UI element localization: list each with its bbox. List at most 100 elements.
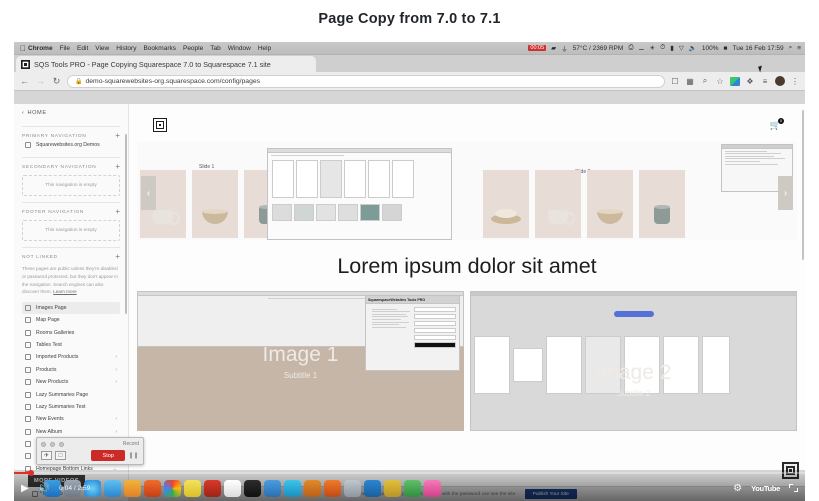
sidebar-item-new-events[interactable]: New Events › (22, 413, 120, 425)
forward-arrow-icon[interactable]: → (35, 76, 46, 86)
sidebar-item-map-page[interactable]: Map Page (22, 314, 120, 326)
overlay-tools-panel-pro[interactable]: SquarespaceWebsites Tools PRO (365, 295, 460, 371)
profile-avatar-icon[interactable] (775, 76, 785, 86)
plus-icon[interactable]: + (115, 163, 120, 171)
gallery-carousel[interactable]: ‹ Slide 1 Slide 2 › (137, 142, 797, 240)
display-icon[interactable]: ▰ (551, 44, 556, 52)
image-blocks-row: Image 1 Subtitle 1 SquarespaceWebsites T… (129, 291, 805, 431)
back-arrow-icon[interactable]: ← (19, 76, 30, 86)
gear-icon[interactable]: ⚙ (733, 483, 742, 494)
gallery-tile[interactable] (639, 170, 685, 238)
chevron-right-icon[interactable]: › (115, 416, 117, 422)
gallery-next-arrow[interactable]: › (778, 176, 793, 210)
recorder-dot-1[interactable] (41, 441, 46, 447)
chevron-right-icon[interactable]: › (115, 429, 117, 435)
menu-item-view[interactable]: View (95, 45, 109, 52)
stats-icon[interactable]: ⏚ (561, 43, 568, 53)
printer-icon[interactable]: ⎙ (628, 44, 633, 52)
gallery-tile[interactable] (535, 170, 581, 238)
gallery-tile[interactable] (192, 170, 238, 238)
sidebar-item-lazy-summaries-test[interactable]: Lazy Summaries Test (22, 401, 120, 413)
menu-item-file[interactable]: File (60, 45, 70, 52)
screen-icon[interactable]: □ (55, 451, 66, 460)
recorder-dot-2[interactable] (50, 441, 55, 447)
page-icon (25, 304, 31, 311)
sidebar-item-demos[interactable]: Squarewebsites.org Demos (22, 139, 120, 151)
volume-icon[interactable]: 🔈 (689, 44, 697, 52)
reload-icon[interactable]: ↻ (51, 76, 62, 87)
sqs-tools-extension-icon[interactable] (730, 76, 740, 86)
kebab-menu-icon[interactable]: ⋮ (790, 76, 800, 86)
menu-item-chrome[interactable]: Chrome (28, 45, 53, 52)
image-block-2[interactable]: Image 2 Subtitle 2 (470, 291, 797, 431)
reading-list-icon[interactable]: ≡ (760, 76, 770, 86)
preview-scrollbar[interactable] (801, 110, 804, 260)
battery-icon[interactable]: ■ (724, 45, 728, 52)
apple-icon[interactable]:  (18, 44, 28, 53)
gallery-tile[interactable] (483, 170, 529, 238)
sidebar-item-images-page[interactable]: Images Page (22, 301, 120, 315)
site-preview-pane[interactable]: 🛒 0 ‹ Slide 1 Slide 2 › Lorem ipsum dolo… (129, 104, 805, 501)
screen-record-status[interactable]: 00:05 (528, 45, 547, 51)
gallery-prev-arrow[interactable]: ‹ (141, 176, 156, 210)
shopping-cart-icon[interactable]: 🛒 0 (770, 117, 784, 131)
screen-recorder-widget[interactable]: Record ✈ □ Stop ❙❙ (36, 437, 144, 465)
temperature-status[interactable]: 57°C / 2369 RPM (573, 45, 624, 52)
search-icon[interactable]: ⌕ (789, 44, 793, 52)
crop-icon[interactable]: ✈ (41, 451, 52, 460)
browser-tab-strip: SQS Tools PRO - Page Copying Squarespace… (14, 55, 805, 72)
learn-more-link[interactable]: Learn more (53, 289, 77, 294)
bookmark-star-icon[interactable]: ☆ (715, 76, 725, 86)
youtube-progress-bar[interactable] (14, 470, 805, 476)
chevron-right-icon[interactable]: › (115, 367, 117, 373)
sidebar-item-lazy-summaries-page[interactable]: Lazy Summaries Page (22, 388, 120, 400)
menu-item-window[interactable]: Window (228, 45, 251, 52)
pause-icon[interactable]: ❙❙ (128, 451, 139, 460)
sidebar-home-link[interactable]: ‹ HOME (22, 110, 120, 116)
bluetooth-icon[interactable]: ☀ (649, 44, 655, 52)
zoom-icon[interactable]: ⌕ (700, 76, 710, 86)
plus-icon[interactable]: + (115, 208, 120, 216)
sidebar-item-tables-test[interactable]: Tables Test (22, 339, 120, 351)
youtube-logo[interactable]: YouTube (751, 484, 780, 493)
site-logo-icon[interactable] (153, 118, 167, 132)
usb-icon[interactable]: ⚊ (639, 44, 645, 52)
sidebar-scrollbar[interactable] (125, 134, 127, 314)
stop-recording-button[interactable]: Stop (91, 450, 125, 461)
cast-icon[interactable]: ☐ (670, 76, 680, 86)
sidebar-item-new-products[interactable]: New Products › (22, 376, 120, 388)
address-bar[interactable]: 🔒 demo-squarewebsites-org.squarespace.co… (67, 74, 665, 88)
menu-item-history[interactable]: History (116, 45, 136, 52)
battery-percent[interactable]: 100% (702, 45, 719, 52)
plus-icon[interactable]: + (115, 132, 120, 140)
wifi-icon[interactable]: ▽ (679, 44, 684, 52)
youtube-progress-played (14, 470, 35, 476)
time-machine-icon[interactable]: ⏱ (660, 44, 665, 52)
play-icon[interactable]: ▶ (21, 483, 29, 494)
chevron-right-icon[interactable]: › (115, 354, 117, 360)
puzzle-extension-icon[interactable]: ❖ (745, 76, 755, 86)
control-center-icon[interactable]: ≡ (797, 45, 801, 52)
sidebar-item-products[interactable]: Products › (22, 364, 120, 376)
chevron-right-icon[interactable]: › (115, 379, 117, 385)
menu-clock[interactable]: Tue 16 Feb 17:59 (732, 45, 783, 52)
sidebar-item-rooms-galleries[interactable]: Rooms Galleries (22, 326, 120, 338)
menu-item-edit[interactable]: Edit (77, 45, 88, 52)
video-player-frame[interactable]:  Chrome File Edit View History Bookmark… (14, 42, 805, 501)
volume-icon[interactable]: 🔊 (38, 483, 50, 494)
input-flag-icon[interactable]: ▮ (670, 44, 674, 52)
sidebar-item-imported-products[interactable]: Imported Products › (22, 351, 120, 363)
qr-code-icon[interactable]: ▦ (685, 76, 695, 86)
menu-item-tab[interactable]: Tab (210, 45, 220, 52)
sidebar-item-new-album[interactable]: New Album › (22, 425, 120, 437)
menu-item-bookmarks[interactable]: Bookmarks (143, 45, 176, 52)
plus-icon[interactable]: + (115, 253, 120, 261)
recorder-dot-3[interactable] (59, 441, 64, 447)
menu-item-help[interactable]: Help (258, 45, 271, 52)
fullscreen-icon[interactable] (789, 484, 798, 492)
menu-item-people[interactable]: People (183, 45, 203, 52)
gallery-tile[interactable] (587, 170, 633, 238)
image-block-1[interactable]: Image 1 Subtitle 1 SquarespaceWebsites T… (137, 291, 464, 431)
page-title: Page Copy from 7.0 to 7.1 (318, 11, 501, 27)
browser-tab-active[interactable]: SQS Tools PRO - Page Copying Squarespace… (16, 56, 316, 72)
